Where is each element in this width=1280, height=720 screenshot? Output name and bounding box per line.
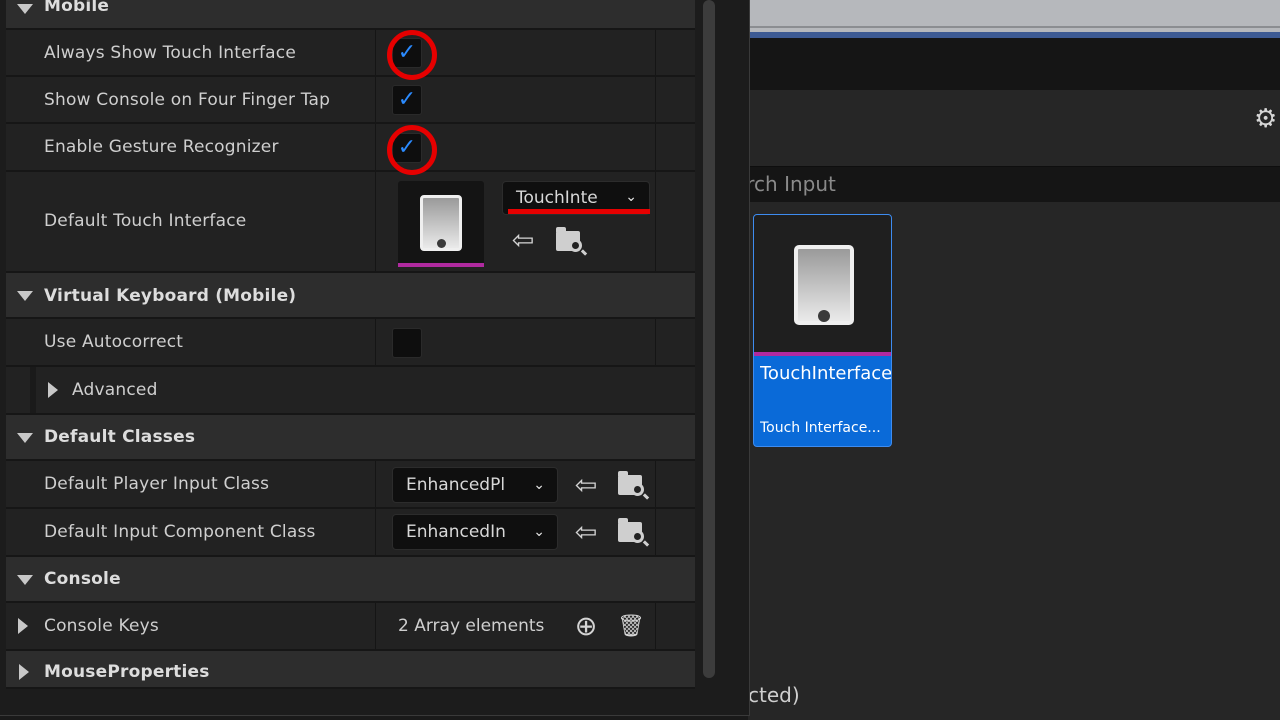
use-autocorrect-checkbox[interactable] xyxy=(392,328,422,358)
browse-folder-icon[interactable] xyxy=(618,518,648,546)
chevron-down-icon: ⌄ xyxy=(533,477,545,493)
use-selected-arrow-icon[interactable]: ⇦ xyxy=(507,226,539,256)
property-label: Default Touch Interface xyxy=(44,211,247,231)
property-label: Default Player Input Class xyxy=(44,474,270,494)
asset-type-color-bar xyxy=(398,263,484,267)
category-label: Mobile xyxy=(44,0,110,16)
property-label: Enable Gesture Recognizer xyxy=(44,137,279,157)
property-enable-gesture-recognizer: Enable Gesture Recognizer xyxy=(6,124,695,172)
asset-type-color-bar xyxy=(754,352,891,356)
property-label: Use Autocorrect xyxy=(44,332,184,352)
indent-bar xyxy=(30,367,36,413)
column-divider xyxy=(375,77,376,122)
viewport-strip xyxy=(748,0,1280,38)
add-element-icon[interactable]: ⊕ xyxy=(570,612,602,642)
asset-name: TouchInterface xyxy=(760,363,892,384)
collapse-triangle-icon xyxy=(17,4,33,14)
collapse-triangle-icon xyxy=(17,433,33,443)
player-input-class-combo[interactable]: EnhancedPl ⌄ xyxy=(392,467,558,503)
category-label: Virtual Keyboard (Mobile) xyxy=(44,286,297,306)
category-default-classes[interactable]: Default Classes xyxy=(6,415,695,461)
array-count: 2 Array elements xyxy=(398,616,545,636)
property-always-show-touch-interface: Always Show Touch Interface xyxy=(6,30,695,77)
show-console-four-finger-checkbox[interactable]: ✓ xyxy=(392,85,422,115)
column-divider xyxy=(655,172,656,271)
column-divider xyxy=(375,319,376,365)
combo-value: EnhancedIn xyxy=(406,522,506,542)
touch-device-icon xyxy=(420,195,462,251)
asset-type: Touch Interface... xyxy=(760,420,881,436)
column-divider xyxy=(655,461,656,507)
category-mobile[interactable]: Mobile xyxy=(6,0,695,30)
column-divider xyxy=(375,509,376,555)
category-label: Default Classes xyxy=(44,427,196,447)
trash-icon[interactable]: 🗑 xyxy=(615,612,647,642)
combo-value: EnhancedPl xyxy=(406,475,506,495)
advanced-expander[interactable]: Advanced xyxy=(6,367,695,415)
expand-triangle-icon[interactable] xyxy=(18,618,28,634)
chevron-down-icon: ⌄ xyxy=(625,189,637,205)
browse-folder-icon[interactable] xyxy=(556,227,586,255)
expand-triangle-icon xyxy=(19,664,29,680)
collapse-triangle-icon xyxy=(17,291,33,301)
touch-device-icon xyxy=(794,245,854,325)
property-label: Console Keys xyxy=(44,616,159,636)
touch-interface-thumbnail[interactable] xyxy=(398,181,484,267)
use-selected-arrow-icon[interactable]: ⇦ xyxy=(570,518,602,548)
content-browser-status: cted) xyxy=(748,683,800,707)
category-console[interactable]: Console xyxy=(6,557,695,603)
settings-gear-icon[interactable]: ⚙ xyxy=(1254,104,1280,134)
property-show-console-four-finger: Show Console on Four Finger Tap xyxy=(6,77,695,124)
category-mouse-properties[interactable]: MouseProperties xyxy=(6,651,695,689)
column-divider xyxy=(655,509,656,555)
details-panel: Mobile Always Show Touch Interface Show … xyxy=(0,0,750,716)
column-divider xyxy=(655,30,656,75)
column-divider xyxy=(655,319,656,365)
highlight-underline xyxy=(508,209,650,214)
chevron-down-icon: ⌄ xyxy=(533,524,545,540)
category-label: Console xyxy=(44,569,121,589)
collapse-triangle-icon xyxy=(17,575,33,585)
asset-tile-touchinterface[interactable]: TouchInterface Touch Interface... xyxy=(753,214,892,447)
category-virtual-keyboard[interactable]: Virtual Keyboard (Mobile) xyxy=(6,273,695,319)
property-use-autocorrect: Use Autocorrect xyxy=(6,319,695,367)
viewport-texture xyxy=(748,0,1280,32)
column-divider xyxy=(375,461,376,507)
content-browser-tabbar xyxy=(748,38,1280,90)
input-component-class-combo[interactable]: EnhancedIn ⌄ xyxy=(392,514,558,550)
column-divider xyxy=(375,30,376,75)
asset-thumbnail xyxy=(754,215,891,352)
browse-folder-icon[interactable] xyxy=(618,471,648,499)
column-divider xyxy=(375,172,376,271)
property-label: Show Console on Four Finger Tap xyxy=(44,90,331,110)
column-divider xyxy=(375,124,376,170)
column-divider xyxy=(655,603,656,649)
advanced-label: Advanced xyxy=(72,380,158,400)
property-label: Default Input Component Class xyxy=(44,522,316,542)
highlight-circle xyxy=(387,125,437,175)
column-divider xyxy=(655,124,656,170)
column-divider xyxy=(655,77,656,122)
scrollbar-thumb[interactable] xyxy=(703,0,715,678)
property-label: Always Show Touch Interface xyxy=(44,43,296,63)
column-divider xyxy=(375,603,376,649)
content-browser-toolbar xyxy=(748,90,1280,152)
category-label: MouseProperties xyxy=(44,662,210,682)
expand-triangle-icon xyxy=(48,382,58,398)
highlight-circle xyxy=(387,30,437,80)
device-button xyxy=(437,239,446,248)
use-selected-arrow-icon[interactable]: ⇦ xyxy=(570,471,602,501)
editor-window: ⚙ arch Input TouchInterface Touch Interf… xyxy=(0,0,1280,720)
